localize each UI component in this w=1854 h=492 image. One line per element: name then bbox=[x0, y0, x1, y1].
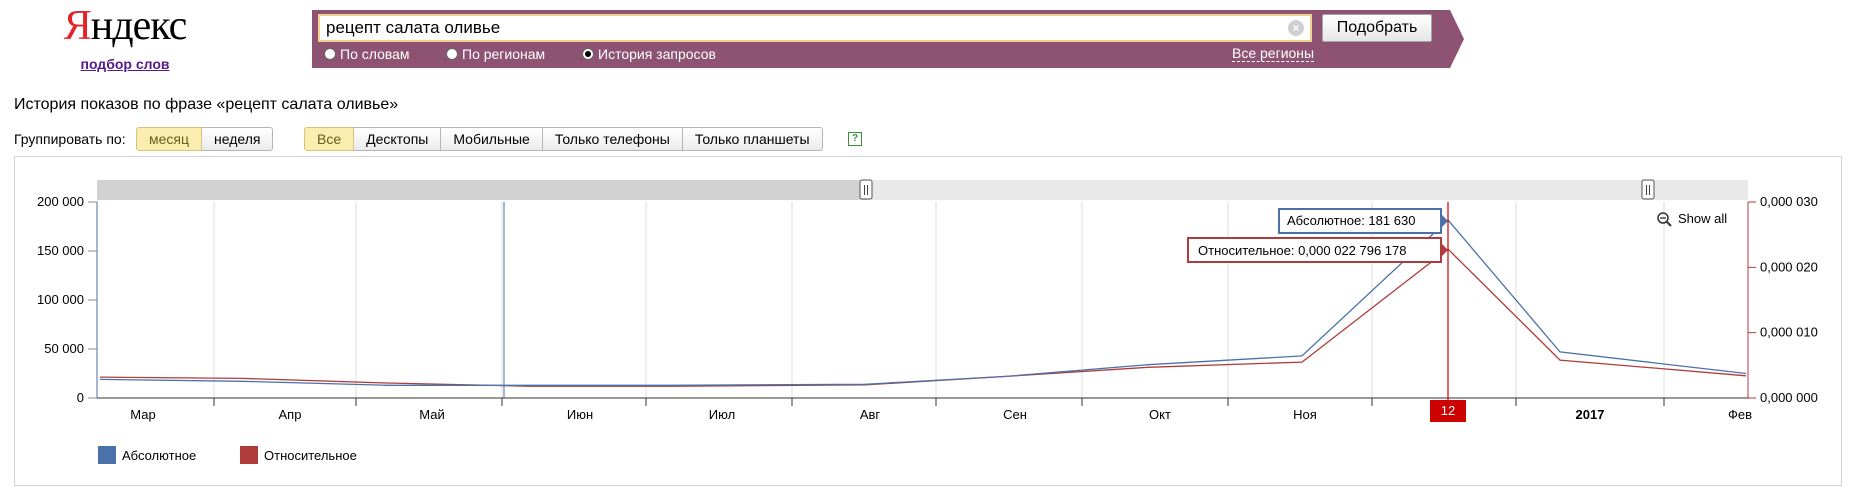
range-navigator bbox=[97, 179, 1748, 200]
chart-series bbox=[99, 219, 1747, 387]
left-axis-label: 150 000 bbox=[37, 243, 84, 258]
navigator-left-handle[interactable] bbox=[859, 179, 873, 200]
show-all-button[interactable]: Show all bbox=[1657, 211, 1727, 227]
navigator-window bbox=[97, 180, 867, 200]
tooltip-absolute-pointer bbox=[1441, 214, 1448, 228]
navigator-right-handle[interactable] bbox=[1641, 179, 1655, 200]
tooltip-relative-text: Относительное: 0,000 022 796 178 bbox=[1198, 243, 1407, 258]
left-axis-label: 0 bbox=[77, 390, 84, 405]
legend-label: Относительное bbox=[264, 447, 357, 463]
legend-swatch bbox=[98, 446, 116, 464]
x-axis-label: Авг bbox=[860, 407, 881, 422]
right-axis-label: 0,000 020 bbox=[1760, 259, 1818, 274]
x-axis-label: Мар bbox=[130, 407, 155, 422]
x-axis-label: 2017 bbox=[1576, 407, 1605, 422]
x-axis-label: Июн bbox=[567, 407, 593, 422]
x-axis-label: Окт bbox=[1149, 407, 1171, 422]
legend-item-absolute[interactable]: Абсолютное bbox=[98, 446, 196, 464]
history-chart: 0 50 000 100 000 150 000 200 000 0,000 000 0,0… bbox=[37, 179, 1818, 422]
x-axis-label: Фев bbox=[1728, 407, 1752, 422]
series-relative-line bbox=[99, 248, 1747, 387]
zoom-icon-handle bbox=[1666, 221, 1672, 227]
hover-label: 12 bbox=[1441, 403, 1455, 418]
tooltip-absolute-text: Абсолютное: 181 630 bbox=[1287, 213, 1415, 228]
tooltip-relative-pointer bbox=[1441, 243, 1448, 257]
x-axis-label: Ноя bbox=[1293, 407, 1317, 422]
left-axis-label: 50 000 bbox=[44, 341, 84, 356]
x-axis-label: Сен bbox=[1003, 407, 1027, 422]
legend-swatch bbox=[240, 446, 258, 464]
right-axis-label: 0,000 000 bbox=[1760, 390, 1818, 405]
series-absolute-line bbox=[99, 219, 1747, 386]
chart-axes: 0 50 000 100 000 150 000 200 000 0,000 000 0,0… bbox=[37, 194, 1818, 422]
left-axis-label: 100 000 bbox=[37, 292, 84, 307]
right-axis-label: 0,000 010 bbox=[1760, 325, 1818, 340]
x-axis-label: Май bbox=[419, 407, 444, 422]
show-all-label: Show all bbox=[1678, 211, 1727, 226]
legend-item-relative[interactable]: Относительное bbox=[240, 446, 357, 464]
chart-overlay: 12 Абсолютное: 181 630 Относительное: 0,00… bbox=[1187, 202, 1727, 422]
x-axis-label: Апр bbox=[279, 407, 302, 422]
left-axis-label: 200 000 bbox=[37, 194, 84, 209]
legend-label: Абсолютное bbox=[122, 447, 197, 463]
x-axis-label: Июл bbox=[709, 407, 735, 422]
right-axis-label: 0,000 030 bbox=[1760, 194, 1818, 209]
